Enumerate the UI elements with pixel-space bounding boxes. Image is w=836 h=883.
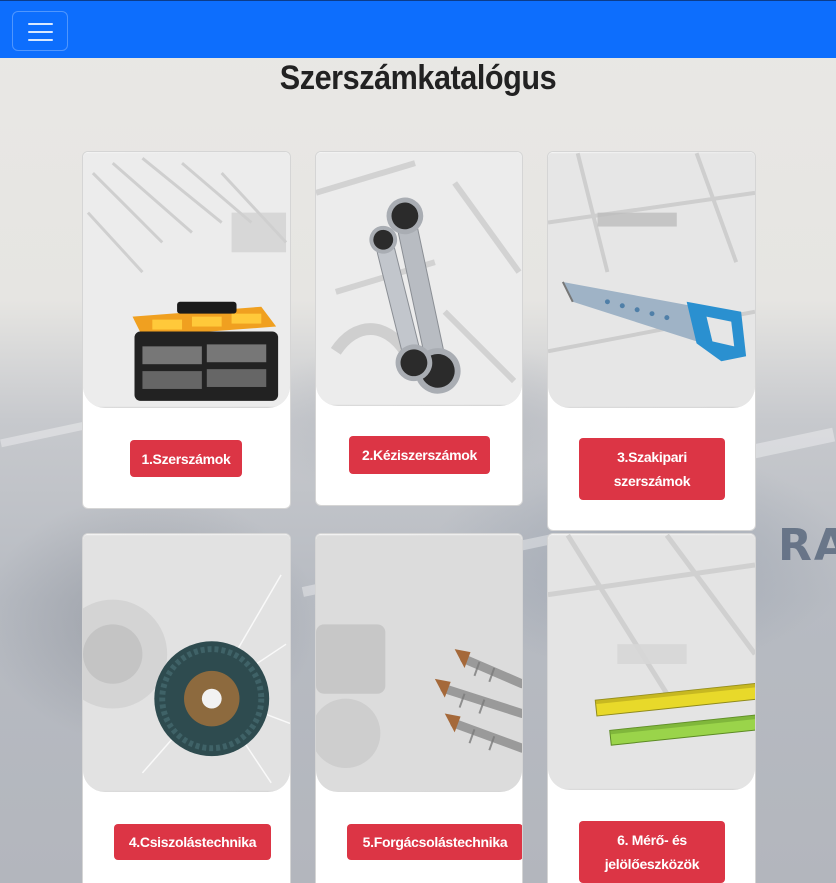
hamburger-icon-line	[28, 39, 53, 41]
navbar-toggler[interactable]	[12, 11, 68, 51]
drill-bits-icon	[316, 535, 522, 791]
hand-saw-icon	[548, 152, 755, 407]
category-card-3[interactable]: 3.Szakipari szerszámok	[547, 151, 756, 531]
card-image-disc	[83, 534, 290, 792]
top-navbar	[0, 0, 836, 58]
spirit-level-icon	[548, 534, 755, 789]
category-button-4[interactable]: 4.Csiszolástechnika	[114, 824, 271, 860]
hamburger-icon-line	[28, 31, 53, 33]
category-button-1[interactable]: 1.Szerszámok	[130, 440, 242, 477]
ratchet-wrench-icon	[316, 153, 522, 405]
toolbox-icon	[83, 153, 290, 407]
flap-disc-icon	[83, 535, 290, 791]
category-button-3[interactable]: 3.Szakipari szerszámok	[579, 438, 725, 500]
page-title: Szerszámkatalógus	[279, 59, 557, 97]
category-card-4[interactable]: 4.Csiszolástechnika	[82, 533, 291, 883]
category-card-6[interactable]: 6. Mérő- és jelölőeszközök	[547, 533, 756, 883]
card-image-drill	[316, 534, 522, 792]
category-button-2[interactable]: 2.Kéziszerszámok	[349, 436, 490, 474]
card-image-toolbox	[83, 152, 290, 408]
category-button-5[interactable]: 5.Forgácsolástechnika	[347, 824, 522, 860]
category-card-1[interactable]: 1.Szerszámok	[82, 151, 291, 509]
card-image-level	[548, 534, 755, 790]
card-image-saw	[548, 152, 755, 408]
category-card-2[interactable]: 2.Kéziszerszámok	[315, 151, 523, 506]
category-card-5[interactable]: 5.Forgácsolástechnika	[315, 533, 523, 883]
category-button-6[interactable]: 6. Mérő- és jelölőeszközök	[579, 821, 725, 883]
card-image-wrench	[316, 152, 522, 406]
background-logo: RA	[778, 520, 836, 571]
hamburger-icon	[28, 23, 53, 25]
